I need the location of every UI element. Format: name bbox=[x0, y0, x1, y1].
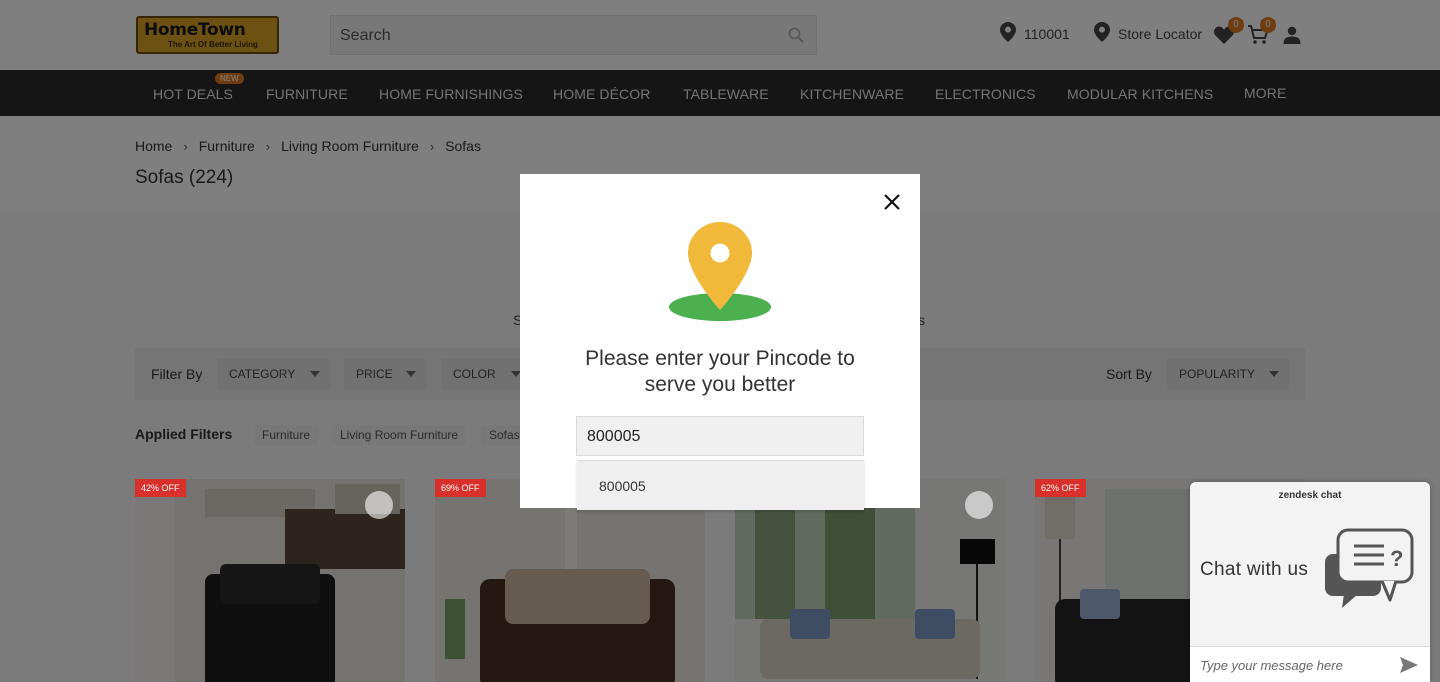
chat-title: Chat with us bbox=[1200, 559, 1309, 580]
send-icon[interactable] bbox=[1400, 657, 1418, 678]
chat-input-bar bbox=[1190, 646, 1430, 682]
close-icon[interactable] bbox=[880, 190, 904, 214]
chat-bubble-icon: ? bbox=[1324, 528, 1416, 613]
wishlist-heart-icon[interactable] bbox=[965, 491, 993, 519]
discount-badge: 42% OFF bbox=[135, 479, 186, 497]
zendesk-chat-widget: zendesk chat Chat with us ? bbox=[1190, 482, 1430, 682]
discount-badge: 69% OFF bbox=[435, 479, 486, 497]
pincode-suggestion[interactable]: 800005 bbox=[577, 460, 864, 510]
svg-text:?: ? bbox=[1390, 546, 1403, 571]
discount-badge: 62% OFF bbox=[1035, 479, 1086, 497]
location-pin-icon bbox=[668, 220, 772, 329]
pincode-input-box bbox=[576, 416, 864, 456]
wishlist-heart-icon[interactable] bbox=[365, 491, 393, 519]
pincode-modal: Please enter your Pincode to serve you b… bbox=[520, 174, 920, 508]
message-line-1: Please enter your Pincode to bbox=[585, 347, 855, 370]
message-line-2: serve you better bbox=[644, 373, 796, 396]
zendesk-brand: zendesk chat bbox=[1278, 490, 1342, 501]
suggestion-text: 800005 bbox=[599, 478, 646, 494]
pincode-input[interactable] bbox=[587, 426, 847, 448]
chat-header[interactable]: zendesk chat Chat with us ? bbox=[1190, 482, 1430, 646]
pincode-message: Please enter your Pincode to serve you b… bbox=[520, 346, 920, 398]
chat-message-input[interactable] bbox=[1200, 656, 1390, 674]
